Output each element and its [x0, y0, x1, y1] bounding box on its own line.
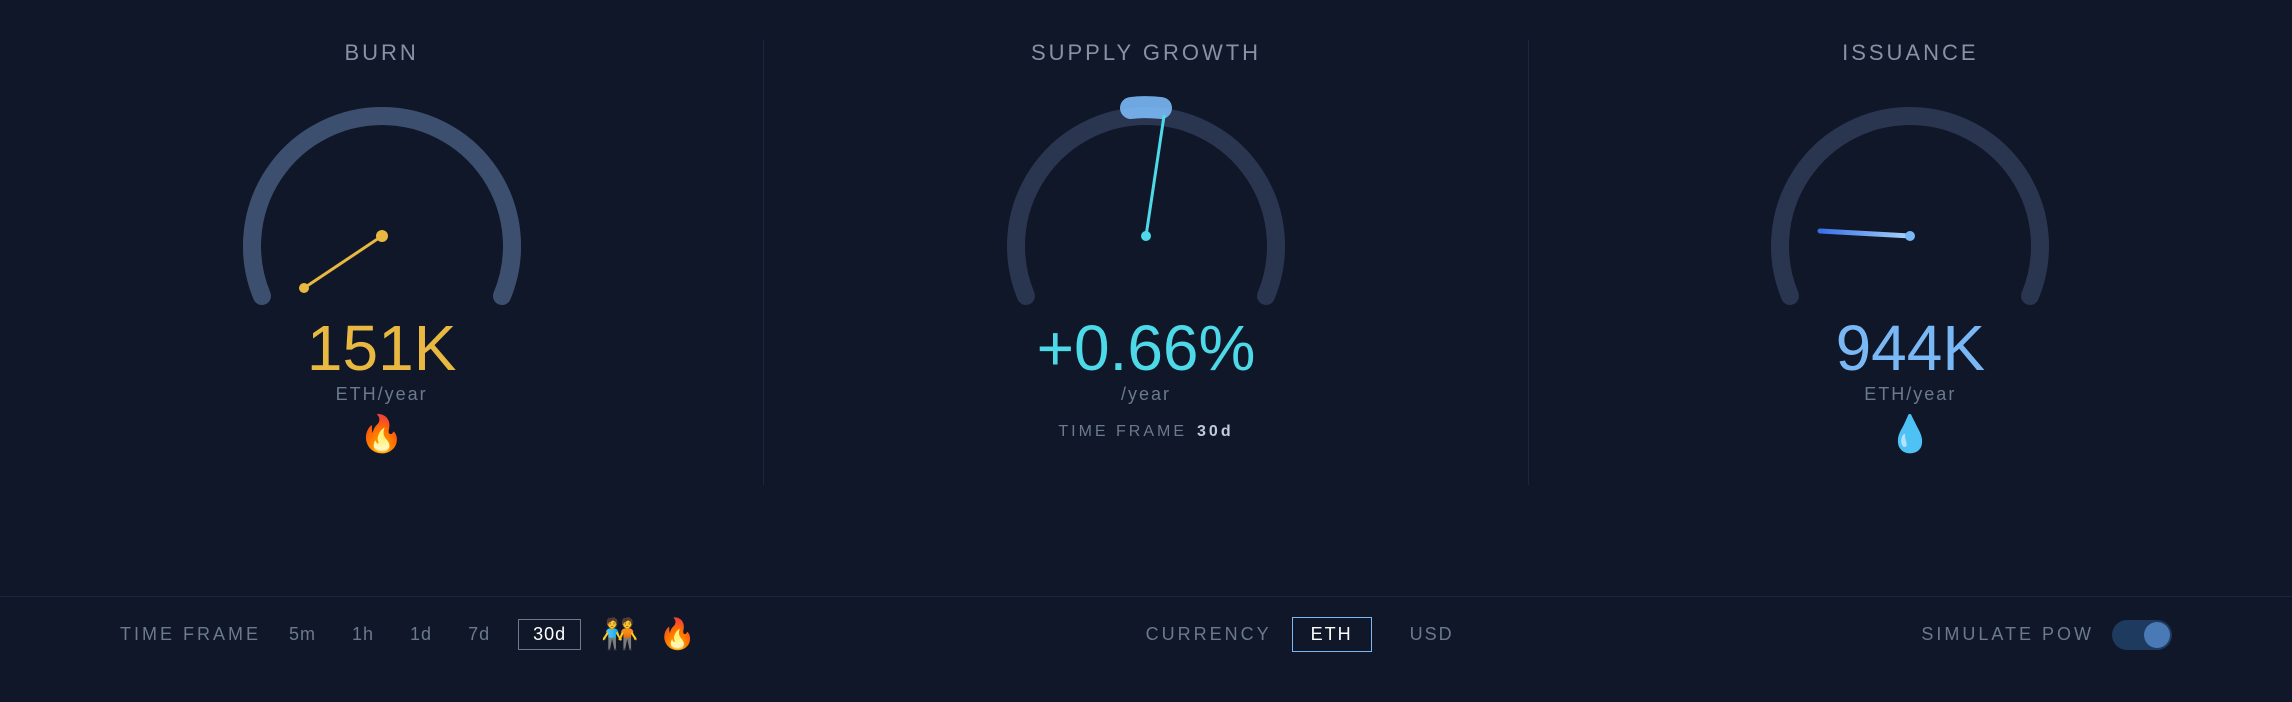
- simulate-pow-label: SIMULATE PoW: [1921, 624, 2094, 645]
- issuance-gauge: [1760, 86, 2060, 306]
- fire-emoji-icon[interactable]: 🔥: [659, 617, 696, 652]
- currency-eth-button[interactable]: ETH: [1292, 617, 1372, 652]
- timeframe-30d[interactable]: 30d: [518, 619, 581, 650]
- issuance-panel: ISSUANCE: [1529, 40, 2292, 455]
- timeframe-7d[interactable]: 7d: [460, 620, 498, 649]
- burn-unit: ETH/year: [336, 384, 428, 405]
- currency-usd-button[interactable]: USD: [1392, 618, 1472, 651]
- simulate-pow-container: SIMULATE PoW: [1921, 620, 2172, 650]
- burn-icon: 🔥: [359, 413, 404, 455]
- supply-growth-timeframe: TIME FRAME 30d: [1058, 423, 1233, 441]
- merge-emoji-icon[interactable]: 🧑‍🤝‍🧑: [601, 617, 638, 652]
- issuance-unit: ETH/year: [1864, 384, 1956, 405]
- burn-panel: BURN 151K ETH/year: [0, 40, 763, 455]
- burn-gauge: [232, 86, 532, 306]
- burn-title: BURN: [344, 40, 418, 66]
- timeframe-controls: TIME FRAME 5m 1h 1d 7d 30d 🧑‍🤝‍🧑 🔥: [120, 617, 696, 652]
- currency-controls: CURRENCY ETH USD: [1146, 617, 1472, 652]
- supply-growth-timeframe-value: 30d: [1197, 423, 1234, 441]
- timeframe-label: TIME FRAME: [120, 624, 261, 645]
- issuance-icon: 💧: [1888, 413, 1933, 455]
- timeframe-1d[interactable]: 1d: [402, 620, 440, 649]
- supply-growth-title: SUPPLY GROWTH: [1031, 40, 1261, 66]
- supply-growth-timeframe-label: TIME FRAME: [1058, 423, 1187, 441]
- issuance-title: ISSUANCE: [1842, 40, 1978, 66]
- timeframe-1h[interactable]: 1h: [344, 620, 382, 649]
- supply-growth-unit: /year: [1121, 384, 1171, 405]
- supply-growth-panel: SUPPLY GROWTH +0.66% /year: [764, 40, 1527, 441]
- burn-value: 151K: [307, 316, 456, 380]
- issuance-value: 944K: [1836, 316, 1985, 380]
- simulate-pow-toggle[interactable]: [2112, 620, 2172, 650]
- supply-growth-value: +0.66%: [1037, 316, 1256, 380]
- timeframe-5m[interactable]: 5m: [281, 620, 324, 649]
- currency-label: CURRENCY: [1146, 624, 1272, 645]
- supply-growth-gauge: [996, 86, 1296, 306]
